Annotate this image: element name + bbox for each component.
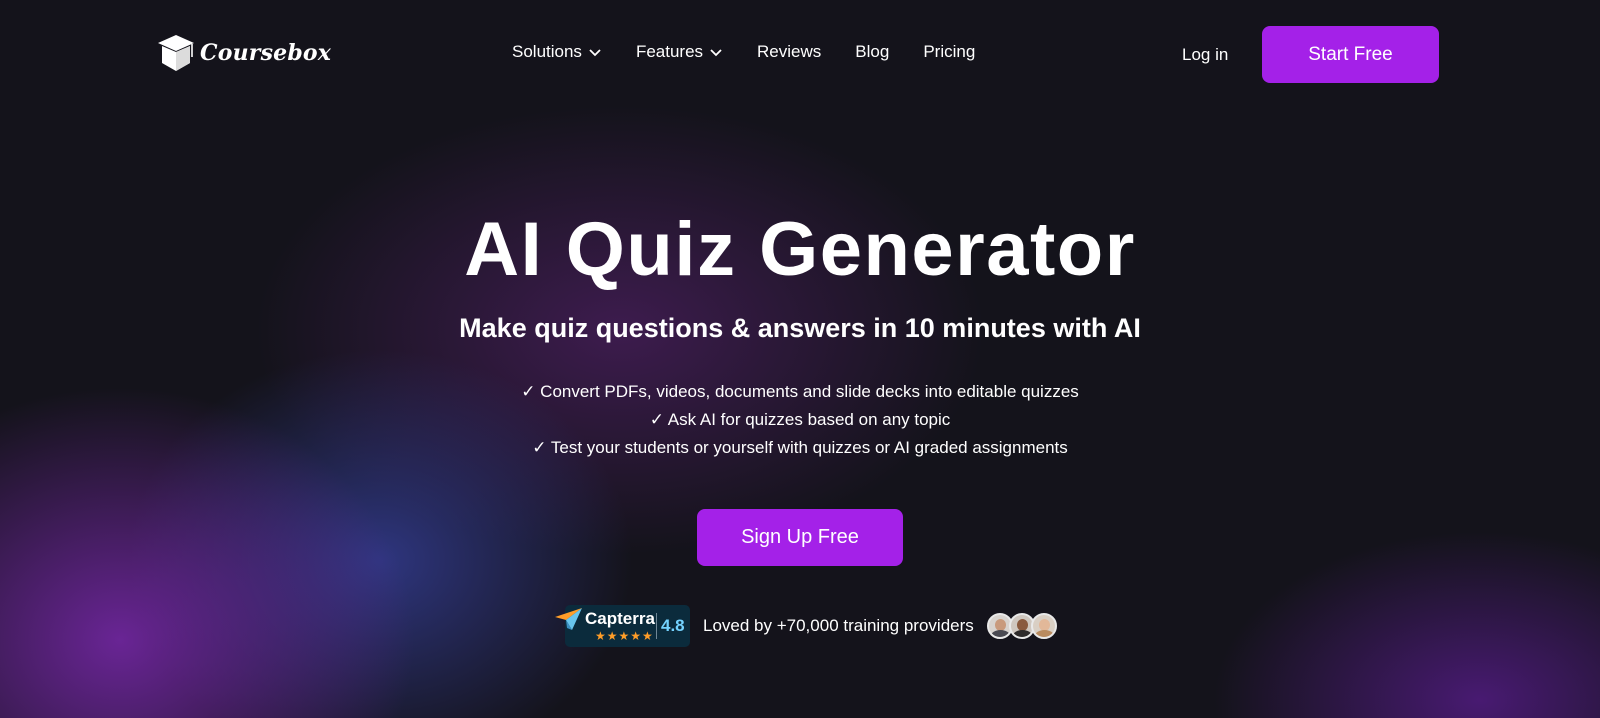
sign-up-free-button[interactable]: Sign Up Free bbox=[697, 509, 903, 566]
badge-divider bbox=[656, 613, 657, 639]
hero-section: AI Quiz Generator Make quiz questions & … bbox=[0, 205, 1600, 462]
nav-item-label: Solutions bbox=[512, 42, 582, 61]
nav-item-features[interactable]: Features bbox=[636, 42, 723, 62]
chevron-down-icon bbox=[589, 49, 601, 57]
page-title: AI Quiz Generator bbox=[464, 207, 1136, 292]
brand-logo[interactable]: Coursebox bbox=[156, 33, 331, 73]
nav-item-label: Reviews bbox=[757, 42, 822, 61]
capterra-rating: 4.8 bbox=[661, 616, 685, 635]
capterra-name: Capterra bbox=[585, 609, 655, 628]
graduation-cap-icon bbox=[158, 35, 194, 71]
start-free-button[interactable]: Start Free bbox=[1262, 26, 1439, 83]
nav-item-reviews[interactable]: Reviews bbox=[757, 42, 821, 62]
benefit-item: ✓ Test your students or yourself with qu… bbox=[532, 438, 1068, 457]
nav-item-blog[interactable]: Blog bbox=[855, 42, 889, 62]
brand-name: Coursebox bbox=[200, 40, 332, 66]
benefit-item: ✓ Convert PDFs, videos, documents and sl… bbox=[521, 382, 1079, 401]
avatar bbox=[1030, 613, 1057, 639]
star-rating-icon: ★★★★★ bbox=[595, 629, 654, 643]
avatar-group bbox=[986, 613, 1057, 639]
nav-item-solutions[interactable]: Solutions bbox=[512, 42, 602, 62]
benefit-item: ✓ Ask AI for quizzes based on any topic bbox=[649, 410, 951, 429]
main-navigation: Solutions Features Reviews Blog Pricing bbox=[512, 42, 975, 62]
capterra-badge[interactable]: Capterra ★★★★★ 4.8 bbox=[555, 605, 690, 647]
nav-item-label: Blog bbox=[855, 42, 890, 61]
nav-item-pricing[interactable]: Pricing bbox=[923, 42, 975, 62]
top-nav-bar: Coursebox Solutions Features Reviews Blo… bbox=[0, 0, 1600, 110]
social-proof: Capterra ★★★★★ 4.8 Loved by +70,000 trai… bbox=[555, 605, 1057, 647]
nav-item-label: Pricing bbox=[923, 42, 976, 61]
hero-subtitle: Make quiz questions & answers in 10 minu… bbox=[459, 313, 1141, 343]
capterra-arrow-icon bbox=[555, 608, 582, 630]
nav-item-label: Features bbox=[635, 42, 704, 61]
chevron-down-icon bbox=[710, 49, 722, 57]
benefits-list: ✓ Convert PDFs, videos, documents and sl… bbox=[0, 378, 1600, 462]
login-link[interactable]: Log in bbox=[1182, 45, 1228, 65]
social-proof-text: Loved by +70,000 training providers bbox=[703, 616, 974, 635]
